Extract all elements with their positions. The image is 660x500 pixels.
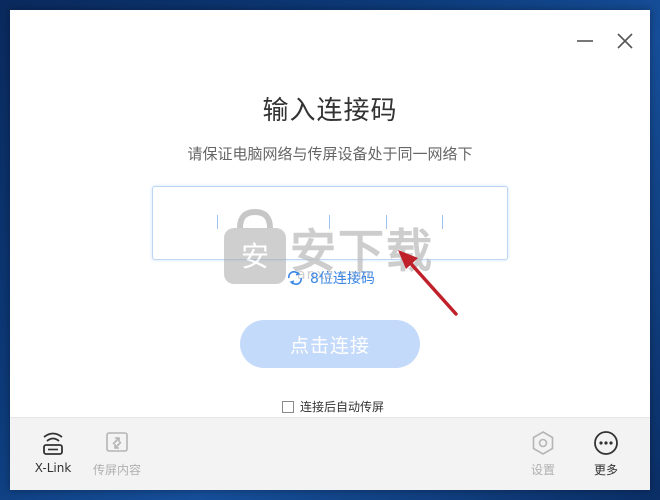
- xlink-icon: [43, 432, 63, 455]
- annotation-arrow-icon: [398, 250, 458, 316]
- minimize-icon[interactable]: [574, 30, 596, 52]
- cast-content-icon: [106, 432, 128, 452]
- auto-cast-option[interactable]: 连接后自动传屏: [282, 398, 384, 415]
- auto-cast-label: 连接后自动传屏: [300, 400, 385, 414]
- settings-label: 设置: [530, 463, 555, 477]
- page-subtitle: 请保证电脑网络与传屏设备处于同一网络下: [187, 145, 473, 163]
- code-slot-divider: [217, 215, 218, 229]
- cast-content-button[interactable]: 传屏内容: [87, 430, 147, 478]
- code-slot-divider: [442, 215, 443, 229]
- xlink-label: X-Link: [34, 461, 72, 475]
- auto-cast-checkbox[interactable]: [282, 400, 294, 413]
- settings-icon: [532, 431, 554, 455]
- code-type-label: 8位连接码: [310, 271, 375, 287]
- code-type-toggle[interactable]: 8位连接码: [286, 268, 375, 288]
- more-icon: [594, 431, 618, 455]
- page-title: 输入连接码: [262, 96, 398, 126]
- cast-content-label: 传屏内容: [92, 463, 141, 477]
- window-controls: [574, 30, 636, 52]
- more-button[interactable]: 更多: [576, 430, 636, 478]
- bottom-toolbar: X-Link 传屏内容 设置 更多: [10, 417, 650, 490]
- switch-icon: [288, 271, 302, 285]
- close-icon[interactable]: [614, 30, 636, 52]
- app-window: 输入连接码 请保证电脑网络与传屏设备处于同一网络下 安 安下载 anxz.com…: [10, 10, 650, 490]
- xlink-button[interactable]: X-Link: [23, 430, 83, 475]
- settings-button[interactable]: 设置: [513, 430, 573, 478]
- more-label: 更多: [593, 463, 618, 477]
- connect-button[interactable]: 点击连接: [240, 320, 420, 368]
